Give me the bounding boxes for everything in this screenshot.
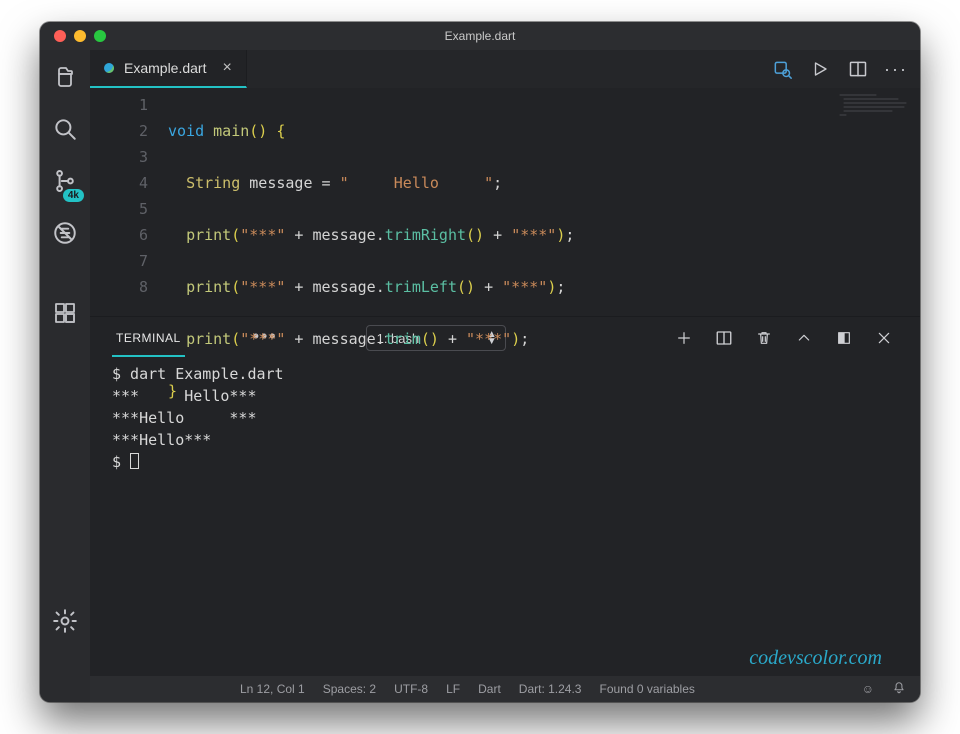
terminal-cursor [130,453,139,469]
titlebar: Example.dart [40,22,920,50]
code-content: void main() { String message = " Hello "… [156,92,920,316]
feedback-icon[interactable]: ☺ [862,682,874,696]
search-icon[interactable] [52,116,78,142]
indentation[interactable]: Spaces: 2 [323,682,376,696]
settings-icon[interactable] [52,608,78,634]
more-actions-icon[interactable]: ··· [886,59,906,79]
tab-bar: Example.dart × ··· [90,50,920,88]
find-references-icon[interactable] [772,59,792,79]
window-title: Example.dart [40,29,920,43]
variables-status[interactable]: Found 0 variables [599,682,694,696]
debug-disabled-icon[interactable] [52,220,78,246]
line-gutter: 12345678 [120,92,156,316]
run-icon[interactable] [810,59,830,79]
minimap[interactable] [836,92,916,122]
dart-file-icon [104,63,114,73]
language-mode[interactable]: Dart [478,682,501,696]
editor-actions: ··· [772,50,920,88]
activity-bar: 4k [40,50,90,702]
source-control-icon[interactable]: 4k [52,168,78,194]
split-editor-icon[interactable] [848,59,868,79]
file-tab[interactable]: Example.dart × [90,50,247,88]
explorer-icon[interactable] [52,64,78,90]
notifications-icon[interactable] [892,681,906,698]
editor-window: Example.dart 4k [40,22,920,702]
code-editor[interactable]: 12345678 void main() { String message = … [90,88,920,316]
source-control-badge: 4k [63,189,84,202]
cursor-position[interactable]: Ln 12, Col 1 [240,682,305,696]
file-tab-label: Example.dart [124,60,206,76]
watermark: codevscolor.com [749,647,882,670]
eol[interactable]: LF [446,682,460,696]
status-bar: Ln 12, Col 1 Spaces: 2 UTF-8 LF Dart Dar… [90,676,920,702]
close-tab-icon[interactable]: × [222,59,231,77]
sdk-version[interactable]: Dart: 1.24.3 [519,682,582,696]
extensions-icon[interactable] [52,300,78,326]
encoding[interactable]: UTF-8 [394,682,428,696]
